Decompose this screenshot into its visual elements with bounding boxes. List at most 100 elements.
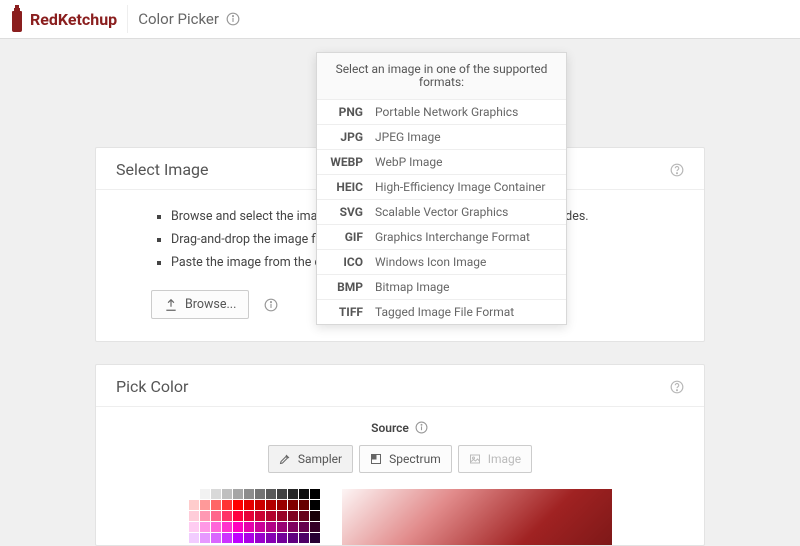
card-header: Pick Color (96, 365, 704, 407)
color-swatch[interactable] (299, 533, 309, 543)
format-abbr: JPG (329, 130, 375, 144)
color-swatch[interactable] (310, 522, 320, 532)
color-swatch[interactable] (310, 500, 320, 510)
pick-color-card: Pick Color Source Sampler Spectrum (95, 364, 705, 546)
source-tabs: Sampler Spectrum Image (126, 445, 674, 473)
color-swatch[interactable] (277, 533, 287, 543)
tab-label: Image (488, 452, 521, 466)
format-name: High-Efficiency Image Container (375, 180, 554, 194)
color-swatch[interactable] (222, 533, 232, 543)
card-title: Pick Color (116, 377, 670, 396)
color-swatch[interactable] (200, 489, 210, 499)
format-row: HEICHigh-Efficiency Image Container (317, 175, 566, 200)
color-swatch[interactable] (277, 511, 287, 521)
format-row: WEBPWebP Image (317, 150, 566, 175)
format-abbr: BMP (329, 280, 375, 294)
color-swatch[interactable] (222, 511, 232, 521)
format-row: ICOWindows Icon Image (317, 250, 566, 275)
content: Select Image Browse and select the image… (0, 39, 800, 546)
color-swatch[interactable] (288, 500, 298, 510)
color-swatch[interactable] (288, 533, 298, 543)
color-swatch[interactable] (266, 522, 276, 532)
color-swatch[interactable] (211, 489, 221, 499)
tab-sampler[interactable]: Sampler (268, 445, 353, 473)
color-swatch[interactable] (255, 522, 265, 532)
format-row: SVGScalable Vector Graphics (317, 200, 566, 225)
format-row: JPGJPEG Image (317, 125, 566, 150)
color-swatch[interactable] (211, 522, 221, 532)
color-swatch[interactable] (200, 511, 210, 521)
color-swatch[interactable] (211, 533, 221, 543)
color-swatch[interactable] (222, 522, 232, 532)
color-swatch[interactable] (222, 489, 232, 499)
color-swatch[interactable] (189, 522, 199, 532)
color-swatch[interactable] (277, 522, 287, 532)
color-swatch[interactable] (233, 511, 243, 521)
color-swatch[interactable] (310, 511, 320, 521)
color-swatch[interactable] (288, 489, 298, 499)
color-swatch[interactable] (255, 533, 265, 543)
color-swatch[interactable] (266, 533, 276, 543)
browse-button[interactable]: Browse... (151, 290, 249, 319)
color-swatch[interactable] (244, 533, 254, 543)
color-swatch[interactable] (233, 500, 243, 510)
tab-label: Sampler (298, 452, 342, 466)
color-gradient[interactable] (342, 489, 612, 545)
color-swatch[interactable] (211, 500, 221, 510)
color-swatch[interactable] (244, 522, 254, 532)
color-swatch[interactable] (310, 533, 320, 543)
tab-spectrum[interactable]: Spectrum (359, 445, 452, 473)
browse-label: Browse... (185, 297, 236, 312)
color-swatch[interactable] (255, 511, 265, 521)
help-icon[interactable] (670, 380, 684, 394)
color-swatch[interactable] (189, 489, 199, 499)
info-icon[interactable] (415, 421, 429, 435)
color-swatch[interactable] (299, 522, 309, 532)
format-name: Scalable Vector Graphics (375, 205, 554, 219)
format-name: Graphics Interchange Format (375, 230, 554, 244)
color-swatch[interactable] (189, 500, 199, 510)
format-abbr: PNG (329, 105, 375, 119)
color-swatch[interactable] (200, 533, 210, 543)
color-swatch[interactable] (244, 511, 254, 521)
format-name: Bitmap Image (375, 280, 554, 294)
color-swatch[interactable] (277, 500, 287, 510)
color-swatch[interactable] (255, 500, 265, 510)
color-swatch[interactable] (255, 489, 265, 499)
color-swatch[interactable] (200, 522, 210, 532)
color-swatch[interactable] (244, 500, 254, 510)
color-swatch[interactable] (200, 500, 210, 510)
color-swatches[interactable] (189, 489, 320, 545)
color-swatch[interactable] (266, 500, 276, 510)
color-swatch[interactable] (233, 489, 243, 499)
brand-logo[interactable]: RedKetchup (10, 5, 117, 33)
color-swatch[interactable] (299, 489, 309, 499)
tab-label: Spectrum (389, 452, 441, 466)
color-swatch[interactable] (189, 533, 199, 543)
info-icon[interactable] (264, 298, 278, 312)
color-swatch[interactable] (299, 500, 309, 510)
color-swatch[interactable] (277, 489, 287, 499)
color-swatch[interactable] (189, 511, 199, 521)
format-name: JPEG Image (375, 130, 554, 144)
source-label: Source (371, 421, 409, 435)
color-swatch[interactable] (266, 489, 276, 499)
format-row: PNGPortable Network Graphics (317, 100, 566, 125)
brand-name: RedKetchup (30, 10, 117, 29)
format-abbr: GIF (329, 230, 375, 244)
color-swatch[interactable] (288, 511, 298, 521)
color-swatch[interactable] (266, 511, 276, 521)
color-swatch[interactable] (244, 489, 254, 499)
color-swatch[interactable] (299, 511, 309, 521)
help-icon[interactable] (670, 163, 684, 177)
info-icon[interactable] (226, 12, 240, 26)
format-name: Tagged Image File Format (375, 305, 554, 319)
color-swatch[interactable] (233, 522, 243, 532)
color-swatch[interactable] (211, 511, 221, 521)
color-swatch[interactable] (310, 489, 320, 499)
color-swatch[interactable] (288, 522, 298, 532)
color-swatch[interactable] (222, 500, 232, 510)
color-swatch[interactable] (233, 533, 243, 543)
format-abbr: SVG (329, 205, 375, 219)
page-title: Color Picker (138, 10, 219, 28)
